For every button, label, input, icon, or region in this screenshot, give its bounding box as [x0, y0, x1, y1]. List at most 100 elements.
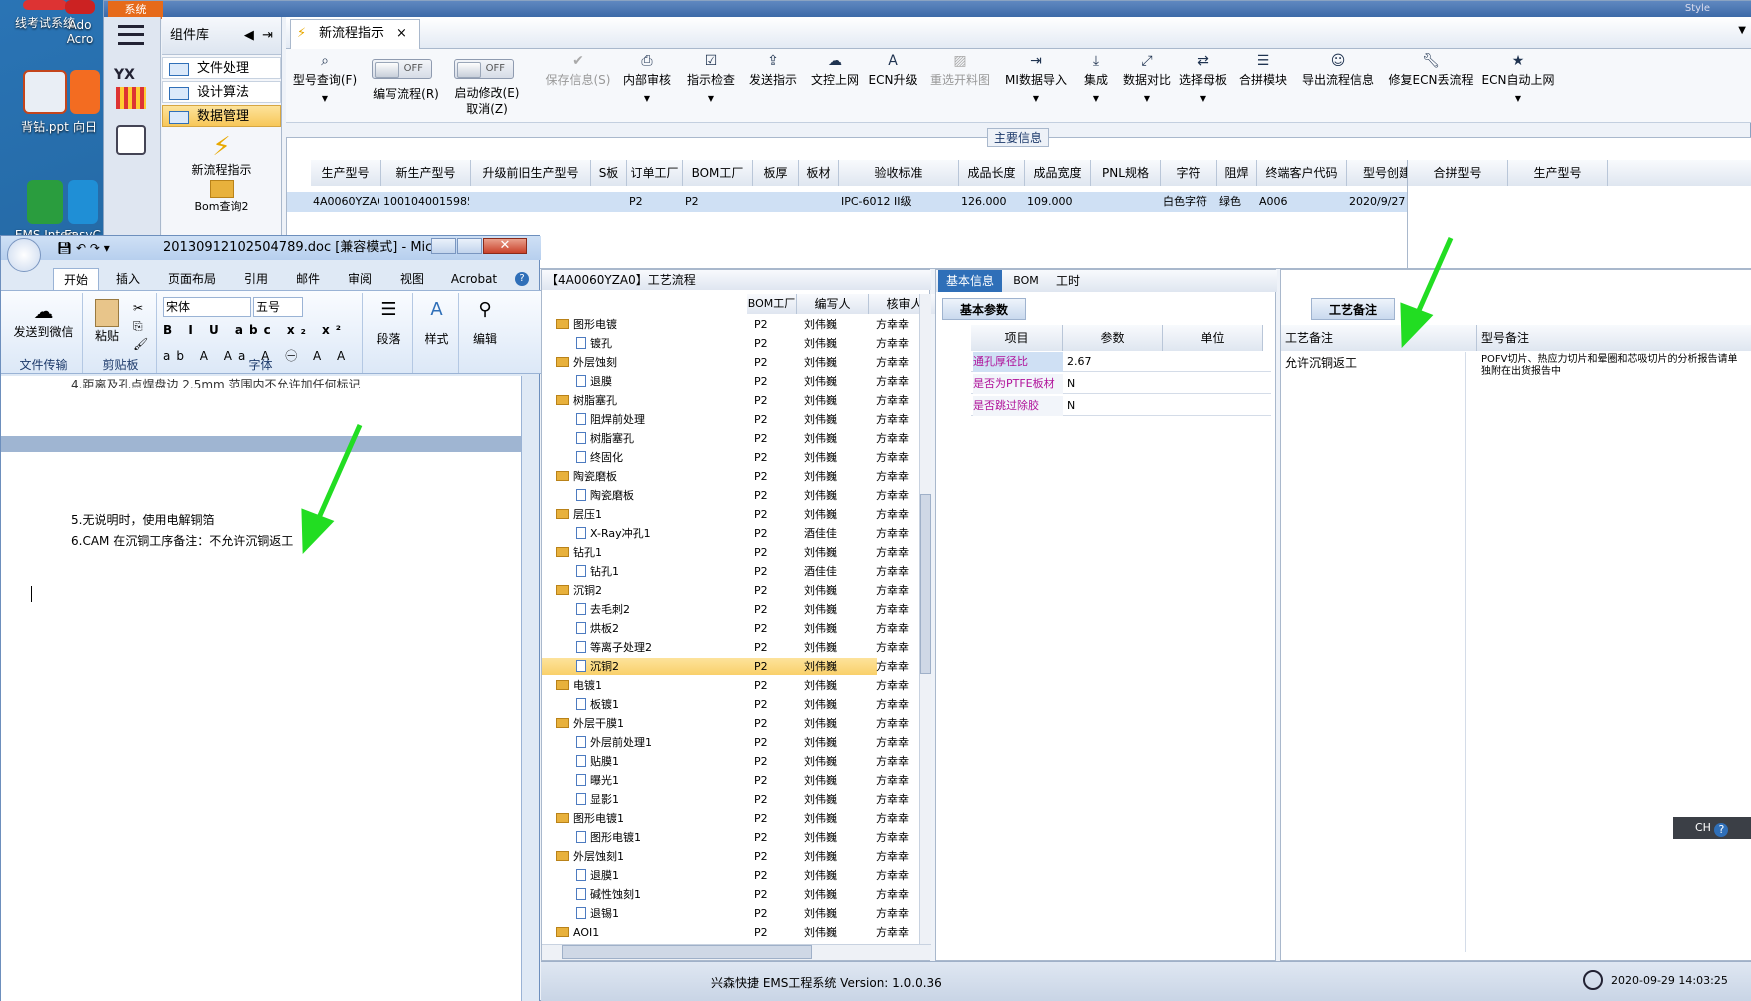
- flow-row[interactable]: 树脂塞孔 P2 刘伟巍 方幸幸: [542, 430, 909, 447]
- remark-col-model[interactable]: 型号备注: [1477, 325, 1751, 351]
- flow-vscrollbar[interactable]: [919, 294, 931, 944]
- lib-item-data[interactable]: 数据管理: [162, 105, 281, 127]
- main-col-14[interactable]: 终端客户代码: [1257, 160, 1347, 186]
- main-col-12[interactable]: 字符: [1161, 160, 1217, 186]
- flow-row[interactable]: 退膜1 P2 刘伟巍 方幸幸: [542, 867, 909, 884]
- data-compare-button[interactable]: ⤢ 数据对比 ▼: [1120, 53, 1174, 103]
- main-cell-10[interactable]: 109.000: [1027, 192, 1089, 212]
- flow-row[interactable]: 退膜 P2 刘伟巍 方幸幸: [542, 373, 909, 390]
- flow-row[interactable]: 图形电镀 P2 刘伟巍 方幸幸: [542, 316, 909, 333]
- desktop-icon-acrobat[interactable]: Ado Acro: [55, 0, 105, 46]
- lib-item-file[interactable]: 文件处理: [162, 57, 281, 79]
- internal-review-button[interactable]: ⎙ 内部审核 ▼: [618, 53, 676, 103]
- flow-row[interactable]: 去毛刺2 P2 刘伟巍 方幸幸: [542, 601, 909, 618]
- flow-row[interactable]: 树脂塞孔 P2 刘伟巍 方幸幸: [542, 392, 909, 409]
- param-col-value[interactable]: 参数: [1063, 325, 1163, 351]
- main-col-2[interactable]: 升级前旧生产型号: [471, 160, 591, 186]
- send-wechat-button[interactable]: 发送到微信: [5, 323, 82, 340]
- main-cell-5[interactable]: P2: [685, 192, 751, 212]
- flow-row[interactable]: 显影1 P2 刘伟巍 方幸幸: [542, 791, 909, 808]
- flow-row[interactable]: 钻孔1 P2 酒佳佳 方幸幸: [542, 563, 909, 580]
- chevron-down-icon[interactable]: ▼: [1738, 25, 1746, 36]
- merge-module-button[interactable]: ☰ 合拼模块: [1234, 53, 1292, 88]
- font-size-select[interactable]: 五号: [253, 297, 303, 317]
- flow-row[interactable]: 等离子处理2 P2 刘伟巍 方幸幸: [542, 639, 909, 656]
- mi-import-button[interactable]: ⇥ MI数据导入 ▼: [998, 53, 1074, 103]
- flow-row[interactable]: 碱性蚀刻1 P2 刘伟巍 方幸幸: [542, 886, 909, 903]
- tab-page-layout[interactable]: 页面布局: [157, 268, 227, 290]
- process-remark-text[interactable]: 允许沉铜返工: [1285, 354, 1465, 371]
- hscroll-thumb[interactable]: [562, 945, 812, 959]
- paragraph-icon[interactable]: ☰: [365, 299, 412, 320]
- flow-row[interactable]: 沉铜2 P2 刘伟巍 方幸幸: [542, 582, 909, 599]
- main-col-5[interactable]: BOM工厂: [683, 160, 753, 186]
- param-col-unit[interactable]: 单位: [1163, 325, 1263, 351]
- flow-row[interactable]: 阻焊前处理 P2 刘伟巍 方幸幸: [542, 411, 909, 428]
- wechat-icon[interactable]: ☁: [5, 299, 82, 323]
- shortcut-bom-query[interactable]: Bom查询2: [162, 180, 281, 214]
- flow-row[interactable]: 外层前处理1 P2 刘伟巍 方幸幸: [542, 734, 909, 751]
- main-cell-12[interactable]: 白色字符: [1163, 192, 1215, 212]
- flow-row[interactable]: 外层蚀刻 P2 刘伟巍 方幸幸: [542, 354, 909, 371]
- select-motherboard-button[interactable]: ⇄ 选择母板 ▼: [1174, 53, 1232, 103]
- quick-access-icons[interactable]: 💾︎ ↶ ↷ ▾: [57, 236, 110, 260]
- remark-col-process[interactable]: 工艺备注: [1281, 325, 1477, 351]
- main-col-9[interactable]: 成品长度: [959, 160, 1025, 186]
- flow-row[interactable]: 图形电镀1 P2 刘伟巍 方幸幸: [542, 810, 909, 827]
- maximize-icon[interactable]: [457, 238, 482, 254]
- main-cell-1[interactable]: 10010400159851: [383, 192, 469, 212]
- tab-view[interactable]: 视图: [389, 268, 435, 290]
- tab-references[interactable]: 引用: [233, 268, 279, 290]
- tab-process-remark[interactable]: 工艺备注: [1311, 298, 1395, 320]
- send-instruction-button[interactable]: ⇪ 发送指示: [744, 53, 802, 88]
- save-info-button[interactable]: ✔ 保存信息(S): [540, 53, 616, 88]
- flow-hscrollbar[interactable]: [542, 944, 931, 960]
- main-cell-13[interactable]: 绿色: [1219, 192, 1255, 212]
- flow-row[interactable]: 陶瓷磨板 P2 刘伟巍 方幸幸: [542, 468, 909, 485]
- main-col-1[interactable]: 新生产型号: [381, 160, 471, 186]
- main-cell-9[interactable]: 126.000: [961, 192, 1023, 212]
- main-col-0[interactable]: 生产型号: [311, 160, 381, 186]
- flow-row[interactable]: 贴膜1 P2 刘伟巍 方幸幸: [542, 753, 909, 770]
- flow-col-writer[interactable]: 编写人: [797, 294, 869, 314]
- word-vscrollbar[interactable]: [521, 376, 539, 1001]
- main-col-7[interactable]: 板材: [799, 160, 839, 186]
- main-cell-8[interactable]: IPC-6012 II级: [841, 192, 957, 212]
- export-flow-button[interactable]: ☺ 导出流程信息: [1294, 53, 1382, 88]
- complib-nav-icons[interactable]: ◀ ⇥: [244, 17, 273, 55]
- main-cell-14[interactable]: A006: [1259, 192, 1345, 212]
- main-cell-0[interactable]: 4A0060YZA0: [313, 192, 379, 212]
- flow-row[interactable]: 板镀1 P2 刘伟巍 方幸幸: [542, 696, 909, 713]
- param-value[interactable]: N: [1067, 396, 1163, 416]
- flow-row[interactable]: 层压1 P2 刘伟巍 方幸幸: [542, 506, 909, 523]
- write-flow-toggle[interactable]: OFF: [372, 59, 432, 79]
- ime-bar[interactable]: CH ?: [1673, 817, 1751, 839]
- param-value[interactable]: N: [1067, 374, 1163, 394]
- flow-row[interactable]: AOI1 P2 刘伟巍 方幸幸: [542, 924, 909, 941]
- doc-control-online-button[interactable]: ☁ 文控上网: [806, 53, 864, 88]
- merge-col-model[interactable]: 合拼型号: [1408, 160, 1508, 186]
- close-tab-icon[interactable]: ×: [396, 26, 407, 41]
- style-label[interactable]: Style: [1685, 3, 1710, 14]
- help-icon[interactable]: ?: [515, 272, 529, 286]
- main-col-13[interactable]: 阻焊: [1217, 160, 1257, 186]
- binoculars-icon[interactable]: ⚲: [461, 299, 509, 320]
- param-value[interactable]: 2.67: [1067, 352, 1163, 372]
- param-row[interactable]: 是否跳过除胶 N: [971, 396, 1271, 416]
- shortcut-new-flow[interactable]: ⚡ 新流程指示: [162, 133, 281, 178]
- tab-mailings[interactable]: 邮件: [285, 268, 331, 290]
- flow-row[interactable]: 陶瓷磨板 P2 刘伟巍 方幸幸: [542, 487, 909, 504]
- main-cell-2[interactable]: [473, 192, 589, 212]
- reselect-cutting-button[interactable]: ▨ 重选开料图: [924, 53, 996, 88]
- flow-row[interactable]: 烘板2 P2 刘伟巍 方幸幸: [542, 620, 909, 637]
- flow-row[interactable]: 电镀1 P2 刘伟巍 方幸幸: [542, 677, 909, 694]
- main-col-6[interactable]: 板厚: [753, 160, 799, 186]
- main-info-row[interactable]: 4A0060YZA010010400159851 P2P2 IPC-6012 II级…: [287, 192, 1407, 212]
- main-cell-11[interactable]: [1093, 192, 1159, 212]
- main-col-4[interactable]: 订单工厂: [627, 160, 683, 186]
- style-button[interactable]: 样式: [415, 330, 458, 347]
- scroll-thumb[interactable]: [920, 494, 931, 674]
- desktop-icon-sunlogin[interactable]: 向日: [65, 70, 105, 135]
- flow-row[interactable]: 外层蚀刻1 P2 刘伟巍 方幸幸: [542, 848, 909, 865]
- office-button-icon[interactable]: [7, 238, 41, 272]
